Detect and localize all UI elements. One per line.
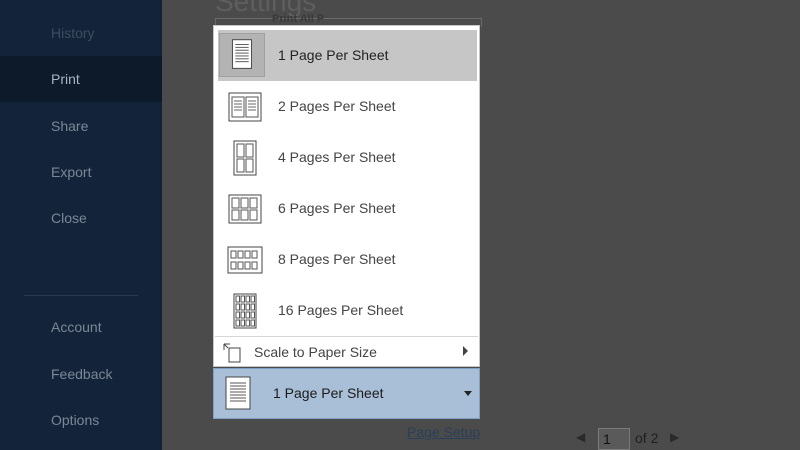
scale-to-paper-size-label: Scale to Paper Size xyxy=(254,344,377,360)
menu-item-8-pages[interactable]: 8 Pages Per Sheet xyxy=(218,234,477,285)
menu-item-4-pages[interactable]: 4 Pages Per Sheet xyxy=(218,132,477,183)
menu-item-2-pages[interactable]: 2 Pages Per Sheet xyxy=(218,81,477,132)
menu-item-label: 8 Pages Per Sheet xyxy=(278,251,396,267)
two-pages-icon xyxy=(228,92,262,122)
next-page-icon[interactable]: ▶ xyxy=(670,430,679,444)
pages-per-sheet-select[interactable]: 1 Page Per Sheet xyxy=(213,368,480,419)
menu-item-label: 6 Pages Per Sheet xyxy=(278,200,396,216)
sidebar-item-options[interactable]: Options xyxy=(0,397,162,443)
sidebar-item-share[interactable]: Share xyxy=(0,103,162,149)
backstage-sidebar: History Print Share Export Close Account… xyxy=(0,0,162,450)
sidebar-item-history[interactable]: History xyxy=(0,10,162,56)
scale-page-icon xyxy=(223,343,241,363)
menu-item-label: 1 Page Per Sheet xyxy=(278,47,389,63)
menu-item-16-pages[interactable]: 16 Pages Per Sheet xyxy=(218,285,477,336)
sidebar-item-account[interactable]: Account xyxy=(0,304,162,350)
menu-divider xyxy=(215,336,478,337)
sixteen-pages-icon xyxy=(233,293,257,329)
sidebar-item-export[interactable]: Export xyxy=(0,149,162,195)
print-range-text: Print All P xyxy=(272,13,325,25)
sidebar-divider xyxy=(24,295,138,296)
previous-page-icon[interactable]: ◀ xyxy=(576,430,585,444)
menu-item-1-page[interactable]: 1 Page Per Sheet xyxy=(218,30,477,81)
menu-item-label: 4 Pages Per Sheet xyxy=(278,149,396,165)
chevron-down-icon xyxy=(464,391,472,396)
one-page-icon xyxy=(219,33,265,77)
six-pages-icon xyxy=(228,194,262,224)
sidebar-item-close[interactable]: Close xyxy=(0,195,162,241)
single-page-icon xyxy=(225,376,251,410)
page-count-label: of 2 xyxy=(635,430,659,446)
menu-item-label: 2 Pages Per Sheet xyxy=(278,98,396,114)
four-pages-icon xyxy=(233,140,257,176)
pages-per-sheet-value: 1 Page Per Sheet xyxy=(273,385,384,401)
chevron-right-icon xyxy=(463,346,468,356)
pages-per-sheet-menu: 1 Page Per Sheet 2 Pages Per Sheet 4 Pag… xyxy=(213,25,480,367)
sidebar-item-feedback[interactable]: Feedback xyxy=(0,351,162,397)
menu-item-6-pages[interactable]: 6 Pages Per Sheet xyxy=(218,183,477,234)
scale-to-paper-size-item[interactable]: Scale to Paper Size xyxy=(215,338,478,366)
page-setup-link[interactable]: Page Setup xyxy=(407,424,480,440)
sidebar-item-print[interactable]: Print xyxy=(0,56,162,102)
page-number-input[interactable]: 1 xyxy=(598,428,630,450)
eight-pages-icon xyxy=(227,246,263,274)
menu-item-label: 16 Pages Per Sheet xyxy=(278,302,404,318)
